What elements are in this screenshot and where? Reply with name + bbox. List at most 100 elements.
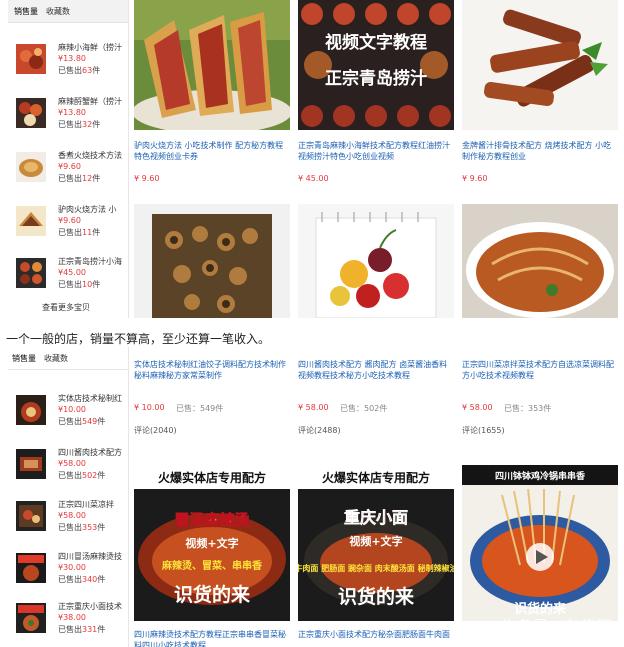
product-title[interactable]: 香煮火烧技术方法 [58,150,128,161]
sidebar-divider [128,0,129,318]
product-title[interactable]: 四川酱肉技术配方 酱肉配方 卤菜酱油香料视频教程技术秘方小吃技术教程 [298,359,454,383]
product-price: ¥10.00 [58,405,86,414]
product-card[interactable] [134,204,290,318]
sold-count: 已售出63件 [58,65,100,76]
product-image[interactable] [298,204,454,318]
see-more-link[interactable]: 查看更多宝贝 [42,302,90,313]
comment-count[interactable]: 评论(2040) [134,425,177,436]
product-price: ¥ 9.60 [462,174,488,183]
product-price: ¥ 9.60 [134,174,160,183]
top-sidebar-tabs: 销售量 收藏数 [8,0,128,23]
product-image[interactable] [462,0,618,130]
product-title[interactable]: 正宗四川菜凉拌菜技术配方自选凉菜调料配方小吃技术视频教程 [462,359,618,383]
product-price: ¥ 45.00 [298,174,329,183]
product-image[interactable]: 火爆实体店专用配方 重庆小面 视频+文字 牛肉面 肥肠面 豌杂面 肉末酸汤面 秘… [298,465,454,621]
sidebar-product[interactable]: 四川冒汤麻辣烫技 ¥30.00 已售出340件 [8,551,128,591]
product-thumbnail[interactable] [16,449,46,479]
sidebar-product[interactable]: 四川酱肉技术配方 ¥58.00 已售出502件 [8,447,128,487]
sidebar-product[interactable]: 麻辣酹蟹鲜（捞汁 ¥13.80 已售出32件 [8,96,128,136]
product-image[interactable] [462,204,618,318]
bottom-sidebar-tabs: 销售量 收藏数 [8,347,128,370]
product-card[interactable] [462,204,618,318]
sidebar-product[interactable]: 驴肉火烧方法 小 ¥9.60 已售出11件 [8,204,128,244]
comment-count[interactable]: 评论(1655) [462,425,505,436]
poster-sub: 视频+文字 [185,536,238,550]
product-thumbnail[interactable] [16,603,46,633]
sidebar-product[interactable]: 正宗四川菜凉拌 ¥58.00 已售出353件 [8,499,128,539]
product-title[interactable]: 四川酱肉技术配方 [58,447,128,458]
product-card[interactable]: 视频文字教程 正宗青岛捞汁 正宗青岛麻辣小海鲜技术配方教程红油捞汁视频捞汁特色小… [298,0,454,200]
product-title[interactable]: 麻辣酹蟹鲜（捞汁 [58,96,128,107]
product-thumbnail[interactable] [16,152,46,182]
sidebar-product[interactable]: 正宗青岛捞汁小海 ¥45.00 已售出10件 [8,256,128,296]
poster-slogan: 识货的来 [338,585,414,608]
product-title[interactable]: 正宗青岛捞汁小海 [58,256,128,267]
tab-favorites[interactable]: 收藏数 [46,6,70,17]
sidebar-product[interactable]: 香煮火烧技术方法 ¥9.60 已售出12件 [8,150,128,190]
product-title[interactable]: 金牌酱汁排骨技术配方 烧烤技术配方 小吃制作秘方教程创业 [462,140,618,164]
product-card[interactable] [298,204,454,318]
product-title[interactable]: 正宗重庆小面技术配方秘杂面肥肠面牛肉面 [298,629,454,647]
product-card[interactable]: 火爆实体店专用配方 重庆小面 视频+文字 牛肉面 肥肠面 豌杂面 肉末酸汤面 秘… [298,465,454,647]
sidebar-product[interactable]: 实体店技术秘制红 ¥10.00 已售出549件 [8,393,128,433]
product-title[interactable]: 正宗青岛麻辣小海鲜技术配方教程红油捞汁视频捞汁特色小吃创业视频 [298,140,454,164]
product-thumbnail[interactable] [16,553,46,583]
article-caption: 一个一般的店，销量不算高，至少还算一笔收入。 [6,332,271,346]
sidebar-product[interactable]: 麻辣小海鲜（捞汁 ¥13.80 已售出63件 [8,42,128,82]
sold-unit: 件 [92,66,101,75]
product-image[interactable]: 火爆实体店专用配方 冒汤麻辣烫 视频+文字 麻辣烫、冒菜、串串香 识货的来 [134,465,290,621]
product-title[interactable]: 四川麻辣烫技术配方教程正宗串串香冒菜秘料四川小吃技术教程 [134,629,290,647]
sold-number: 32 [82,120,93,129]
tab-favorites[interactable]: 收藏数 [44,353,68,364]
tab-sales[interactable]: 销售量 [14,6,38,17]
product-card[interactable]: 驴肉火烧方法 小吃技术制作 配方秘方教程特色视频创业卡券 ¥ 9.60 [134,0,290,200]
product-title[interactable]: 四川冒汤麻辣烫技 [58,551,128,562]
poster-tags: 麻辣烫、冒菜、串串香 [161,559,262,572]
sold-number: 10 [82,280,93,289]
product-thumbnail[interactable] [16,98,46,128]
product-title[interactable]: 正宗四川菜凉拌 [58,499,128,510]
product-price: ¥9.60 [58,216,81,225]
product-title[interactable]: 实体店技术秘制红油饺子调料配方技术制作秘料麻辣秘方家常菜制作 [134,359,290,383]
product-card[interactable]: 火爆实体店专用配方 冒汤麻辣烫 视频+文字 麻辣烫、冒菜、串串香 识货的来 四川… [134,465,290,647]
product-thumbnail[interactable] [16,258,46,288]
sold-label: 已售出 [58,523,82,532]
comment-count[interactable]: 评论(2488) [298,425,341,436]
product-card[interactable]: 实体店技术秘制红油饺子调料配方技术制作秘料麻辣秘方家常菜制作 ¥ 10.00 已… [134,359,290,439]
product-image[interactable]: 视频文字教程 正宗青岛捞汁 [298,0,454,130]
product-image[interactable]: 四川钵钵鸡冷锅串串香 识货的来 [462,465,618,621]
sold-number: 502 [82,471,98,480]
product-thumbnail[interactable] [16,501,46,531]
product-title[interactable]: 正宗重庆小面技术 [58,601,128,612]
comment-number: (2488) [314,426,341,435]
product-title[interactable]: 麻辣小海鲜（捞汁 [58,42,128,53]
product-image[interactable] [134,204,290,318]
product-title[interactable]: 驴肉火烧方法 小吃技术制作 配方秘方教程特色视频创业卡券 [134,140,290,164]
poster-name: 冒汤麻辣烫 [174,511,250,529]
product-thumbnail[interactable] [16,206,46,236]
product-price: ¥58.00 [58,459,86,468]
product-title[interactable]: 驴肉火烧方法 小 [58,204,128,215]
poster-banner: 火爆实体店专用配方 [322,470,430,485]
sold-unit: 件 [97,523,106,532]
product-image[interactable] [134,0,290,130]
tab-sales[interactable]: 销售量 [12,353,36,364]
sold-label: 已售出 [58,228,82,237]
sidebar-product[interactable]: 正宗重庆小面技术 ¥38.00 已售出331件 [8,601,128,641]
product-card[interactable]: 金牌酱汁排骨技术配方 烧烤技术配方 小吃制作秘方教程创业 ¥ 9.60 [462,0,618,200]
product-title[interactable]: 实体店技术秘制红 [58,393,128,404]
product-price: ¥58.00 [58,511,86,520]
product-price: ¥45.00 [58,268,86,277]
sold-number: 63 [82,66,93,75]
poster-slogan: 识货的来 [174,583,250,606]
comment-number: (1655) [478,426,505,435]
product-thumbnail[interactable] [16,44,46,74]
product-card[interactable]: 正宗四川菜凉拌菜技术配方自选凉菜调料配方小吃技术视频教程 ¥ 58.00 已售：… [462,359,618,439]
product-card[interactable]: 四川酱肉技术配方 酱肉配方 卤菜酱油香料视频教程技术秘方小吃技术教程 ¥ 58.… [298,359,454,439]
product-thumbnail[interactable] [16,395,46,425]
bottom-shop-panel: 销售量 收藏数 实体店技术秘制红 ¥10.00 已售出549件 四川酱肉技术配方… [0,347,624,647]
sold-unit: 件 [97,417,106,426]
sold-count: 已售出12件 [58,173,100,184]
sold-unit: 件 [97,575,106,584]
sold-count: 已售出32件 [58,119,100,130]
